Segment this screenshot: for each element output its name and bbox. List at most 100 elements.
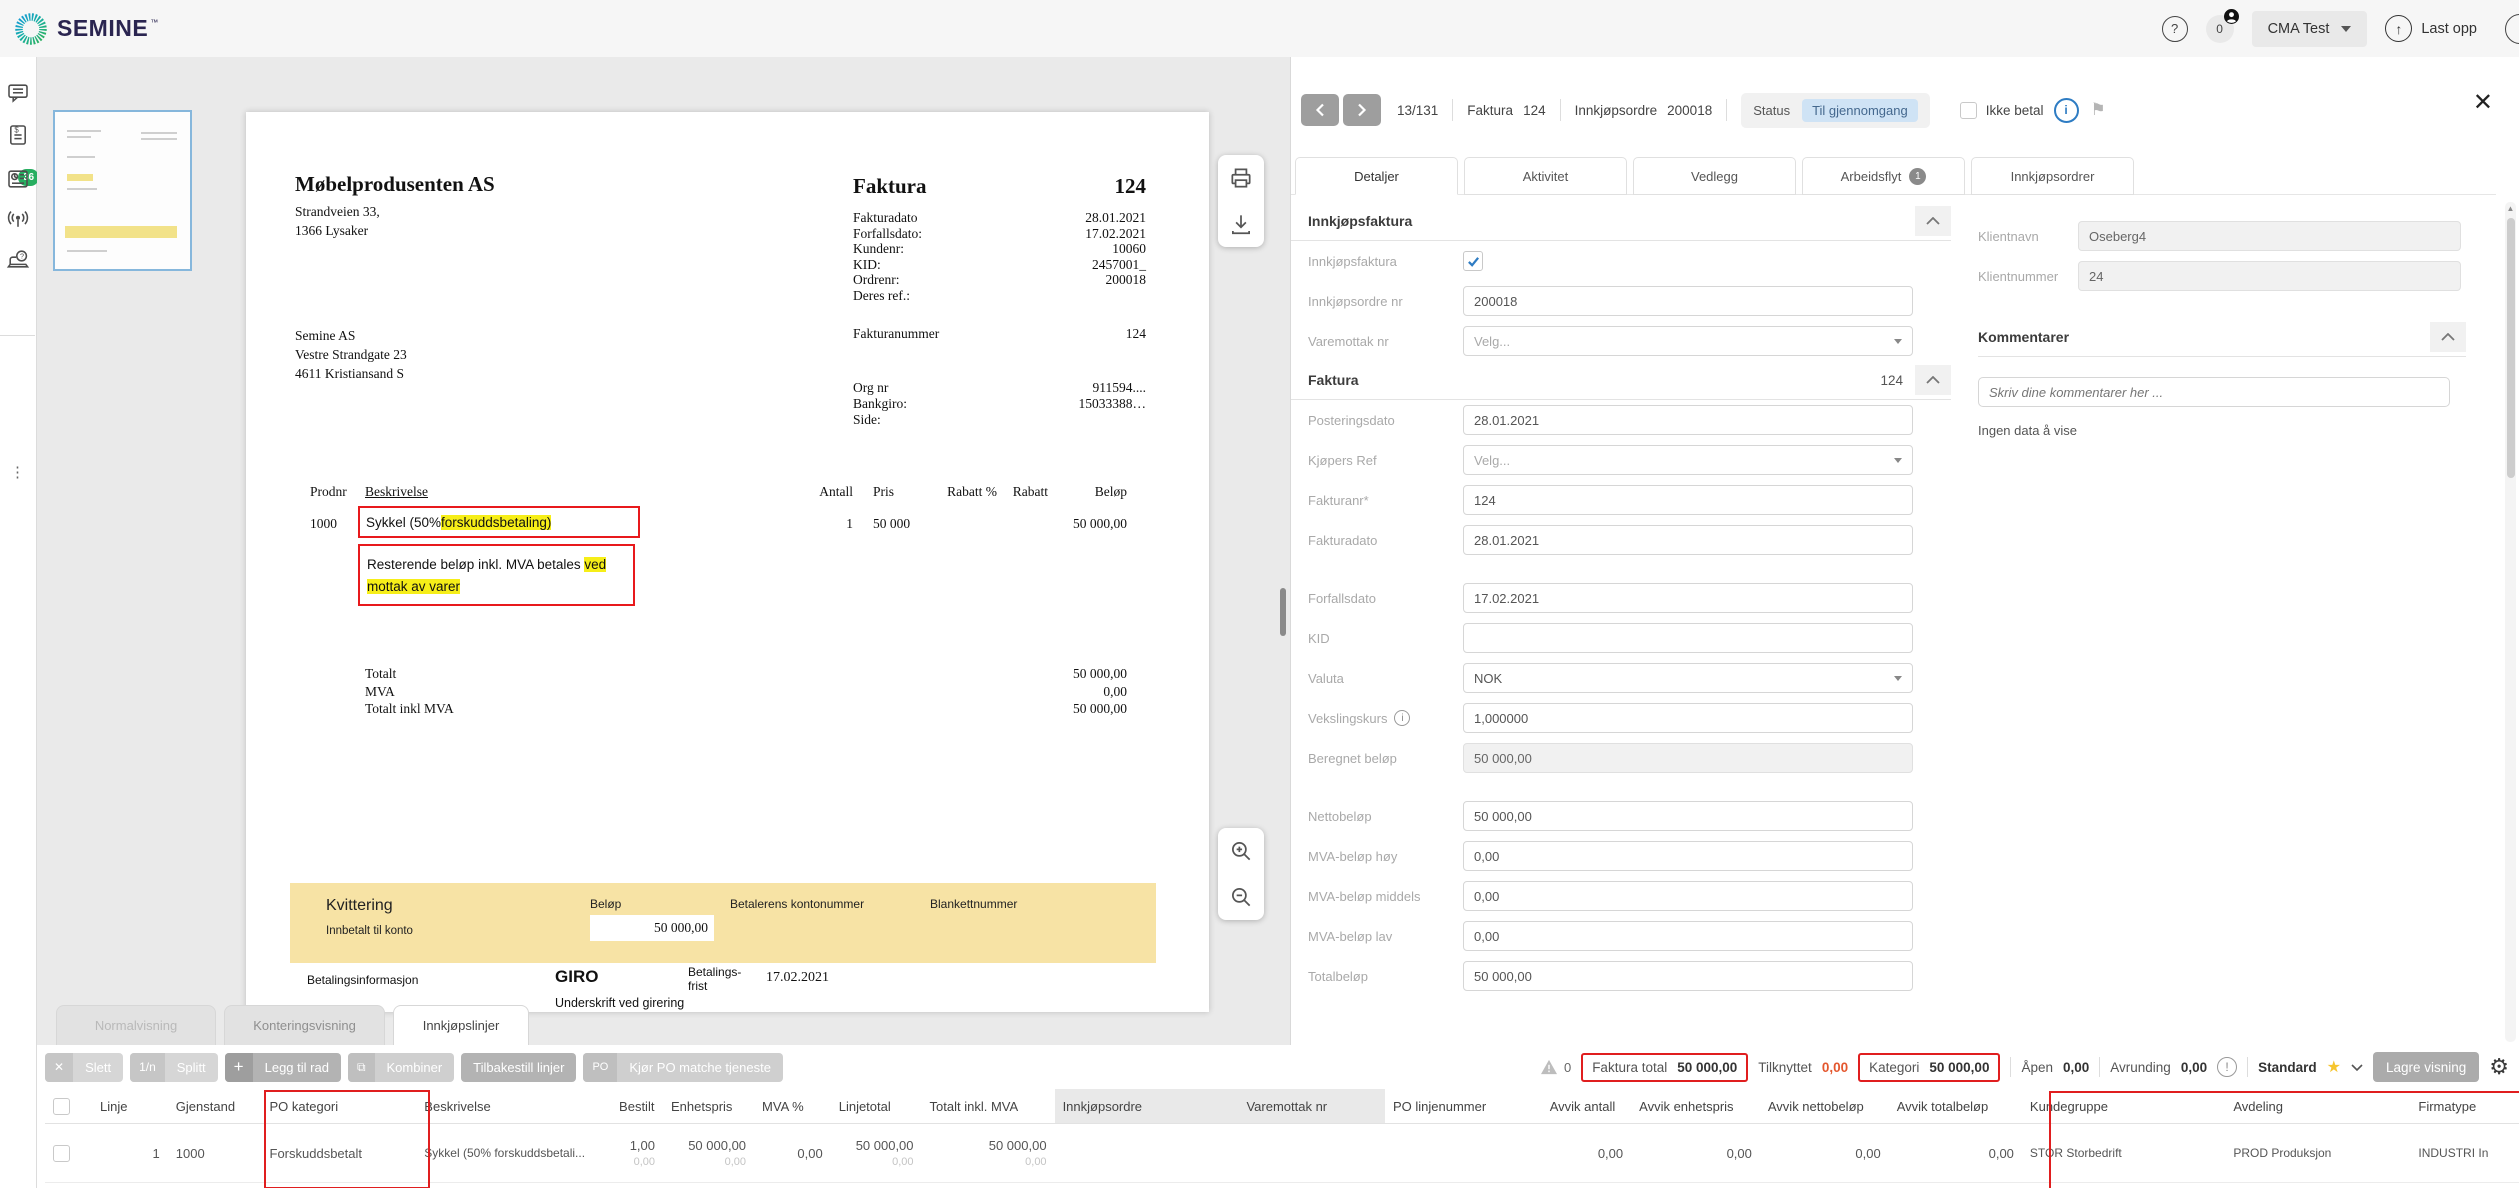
col-linjetotal[interactable]: Linjetotal — [831, 1089, 922, 1124]
panel-scrollbar[interactable]: ▲ — [2505, 202, 2516, 1042]
varemottak-select[interactable]: Velg... — [1463, 326, 1913, 356]
add-row-button[interactable]: + Legg til rad — [225, 1053, 341, 1082]
col-enhetspris[interactable]: Enhetspris — [663, 1089, 754, 1124]
cell-totalt-inkl-mva[interactable]: 50 000,00 0,00 — [922, 1124, 1055, 1183]
combine-button[interactable]: ⧉ Kombiner — [348, 1053, 454, 1082]
support-icon[interactable]: ? — [6, 247, 30, 271]
semine-logo-icon — [14, 12, 48, 46]
col-po-linjenummer[interactable]: PO linjenummer — [1385, 1089, 1542, 1124]
info-icon[interactable]: ! — [2217, 1057, 2237, 1077]
comments-icon[interactable] — [6, 81, 30, 105]
scroll-up-icon[interactable]: ▲ — [2507, 204, 2515, 213]
tab-innkjopsordrer[interactable]: Innkjøpsordrer — [1971, 157, 2134, 195]
view-selector[interactable]: Standard ★ — [2258, 1057, 2363, 1077]
help-icon[interactable]: ? — [2162, 16, 2188, 42]
mva-hoy-input[interactable] — [1463, 841, 1913, 871]
flag-icon[interactable]: ⚑ — [2091, 100, 2106, 120]
gear-icon[interactable]: ⚙ — [2489, 1056, 2509, 1078]
invoices-icon[interactable]: $ — [6, 123, 30, 147]
upload-button[interactable]: ↑ Last opp — [2385, 15, 2477, 42]
next-invoice-button[interactable] — [1343, 94, 1381, 126]
tab-konteringsvisning[interactable]: Konteringsvisning — [224, 1005, 385, 1045]
tab-arbeidsflyt[interactable]: Arbeidsflyt 1 — [1802, 157, 1965, 195]
mva-lav-input[interactable] — [1463, 921, 1913, 951]
cell-bestilt[interactable]: 1,00 0,00 — [611, 1124, 663, 1183]
scrollbar-thumb[interactable] — [2507, 218, 2515, 478]
innkjopsfaktura-checkbox[interactable] — [1463, 251, 1483, 271]
tab-detaljer[interactable]: Detaljer — [1295, 157, 1458, 195]
fakturadato-input[interactable] — [1463, 525, 1913, 555]
cell-avvik-antall[interactable]: 0,00 — [1542, 1124, 1631, 1183]
delete-line-button[interactable]: ✕ Slett — [45, 1053, 123, 1082]
tab-normalvisning[interactable]: Normalvisning — [56, 1005, 216, 1045]
col-totalt-inkl-mva[interactable]: Totalt inkl. MVA — [922, 1089, 1055, 1124]
col-avvik-antall[interactable]: Avvik antall — [1542, 1089, 1631, 1124]
innkjopsordre-nr-input[interactable] — [1463, 286, 1913, 316]
save-view-button[interactable]: Lagre visning — [2373, 1052, 2479, 1082]
kid-input[interactable] — [1463, 623, 1913, 653]
cell-avvik-total[interactable]: 0,00 — [1889, 1124, 2022, 1183]
totalbelop-input[interactable] — [1463, 961, 1913, 991]
cell-avvik-enhetspris[interactable]: 0,00 — [1631, 1124, 1760, 1183]
org-selector[interactable]: CMA Test — [2252, 11, 2368, 47]
more-options-icon[interactable]: ⋮ — [10, 469, 25, 476]
posteringsdato-input[interactable] — [1463, 405, 1913, 435]
col-avvik-enhetspris[interactable]: Avvik enhetspris — [1631, 1089, 1760, 1124]
tab-vedlegg[interactable]: Vedlegg — [1633, 157, 1796, 195]
broadcast-icon[interactable] — [6, 207, 30, 231]
tab-innkjopslinjer[interactable]: Innkjøpslinjer — [393, 1005, 529, 1045]
col-inn kjopsordre[interactable]: Innkjøpsordre — [1055, 1089, 1239, 1124]
col-beskrivelse[interactable]: Beskrivelse — [416, 1089, 611, 1124]
comment-input[interactable] — [1978, 377, 2450, 407]
po-match-button[interactable]: PO Kjør PO matche tjeneste — [583, 1053, 783, 1082]
collapse-chevron-icon[interactable] — [1915, 206, 1951, 236]
cell-po-linjenummer[interactable] — [1385, 1124, 1542, 1183]
pdf-info-label: Forfallsdato: — [853, 226, 922, 242]
field-label: MVA-beløp høy — [1308, 849, 1458, 864]
forfallsdato-input[interactable] — [1463, 583, 1913, 613]
no-comments-text: Ingen data å vise — [1978, 423, 2466, 438]
col-avvik-nettobelop[interactable]: Avvik nettobeløp — [1760, 1089, 1889, 1124]
select-all-checkbox[interactable] — [53, 1098, 70, 1115]
valuta-select[interactable]: NOK — [1463, 663, 1913, 693]
cell-beskrivelse[interactable]: Sykkel (50% forskuddsbetali... — [416, 1124, 611, 1183]
nettobelop-input[interactable] — [1463, 801, 1913, 831]
close-icon[interactable]: ✕ — [2473, 91, 2493, 115]
cell-mva[interactable]: 0,00 — [754, 1124, 831, 1183]
zoom-in-icon[interactable] — [1218, 828, 1264, 874]
col-mva[interactable]: MVA % — [754, 1089, 831, 1124]
tab-aktivitet[interactable]: Aktivitet — [1464, 157, 1627, 195]
mva-middels-input[interactable] — [1463, 881, 1913, 911]
cell-linjetotal[interactable]: 50 000,00 0,00 — [831, 1124, 922, 1183]
cell-innkjopsordre[interactable] — [1055, 1124, 1239, 1183]
collapse-chevron-icon[interactable] — [2430, 322, 2466, 352]
col-linje[interactable]: Linje — [92, 1089, 168, 1124]
collapse-chevron-icon[interactable] — [1915, 365, 1951, 395]
cell-enhetspris[interactable]: 50 000,00 0,00 — [663, 1124, 754, 1183]
col-avvik-totalbelop[interactable]: Avvik totalbeløp — [1889, 1089, 2022, 1124]
reports-icon[interactable] — [6, 167, 30, 191]
cell-gjenstand[interactable]: 1000 — [168, 1124, 262, 1183]
cell-avvik-netto[interactable]: 0,00 — [1760, 1124, 1889, 1183]
vekslingskurs-input[interactable] — [1463, 703, 1913, 733]
col-varemottak-nr[interactable]: Varemottak nr — [1238, 1089, 1385, 1124]
download-button[interactable] — [1218, 201, 1264, 247]
row-checkbox[interactable] — [53, 1145, 70, 1162]
avatar[interactable]: 0 — [2206, 15, 2234, 43]
kjopers-ref-select[interactable]: Velg... — [1463, 445, 1913, 475]
zoom-out-icon[interactable] — [1218, 874, 1264, 920]
fakturanr-input[interactable] — [1463, 485, 1913, 515]
viewer-scrollbar[interactable] — [1280, 588, 1286, 636]
reset-lines-button[interactable]: Tilbakestill linjer — [461, 1053, 576, 1082]
ikke-betal-checkbox[interactable] — [1960, 102, 1977, 119]
info-icon[interactable]: i — [1394, 710, 1410, 726]
page-thumbnail[interactable] — [53, 110, 192, 271]
print-button[interactable] — [1218, 155, 1264, 201]
col-bestilt[interactable]: Bestilt — [611, 1089, 663, 1124]
col-gjenstand[interactable]: Gjenstand — [168, 1089, 262, 1124]
split-line-button[interactable]: 1/n Splitt — [130, 1053, 218, 1082]
prev-invoice-button[interactable] — [1301, 94, 1339, 126]
cell-varemottak[interactable] — [1238, 1124, 1385, 1183]
info-icon[interactable]: i — [2054, 98, 2079, 123]
semine-logo[interactable]: SEMINE ™ — [14, 12, 158, 46]
